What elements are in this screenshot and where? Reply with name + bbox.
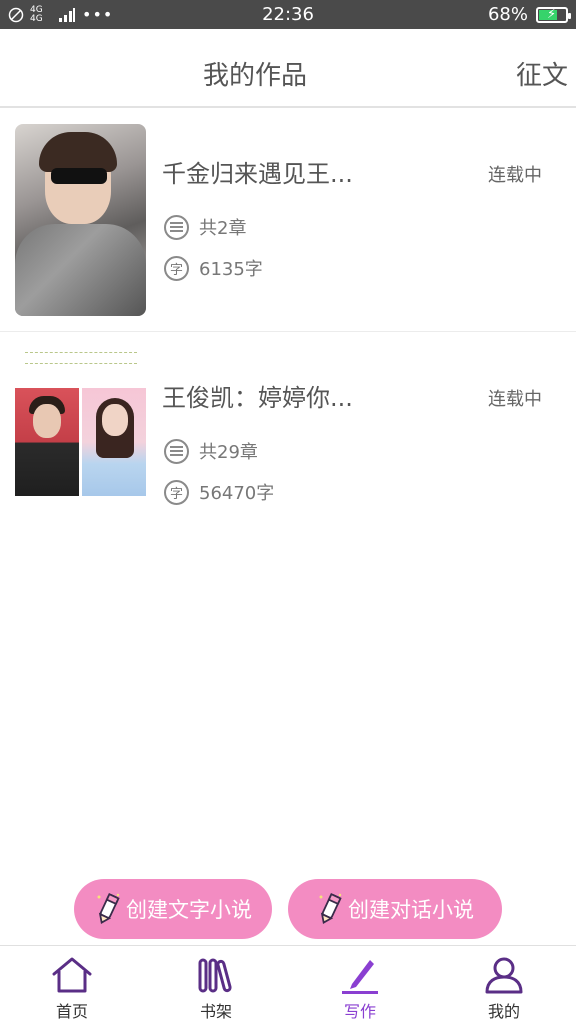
word-count: 6135字 — [199, 259, 263, 280]
chapter-count: 共2章 — [199, 218, 247, 239]
profile-icon — [485, 957, 523, 994]
create-text-novel-label: 创建文字小说 — [126, 898, 252, 922]
work-words: 字 6135字 — [164, 255, 263, 281]
work-title: 王俊凯：婷婷你... — [162, 384, 353, 412]
create-dialog-novel-label: 创建对话小说 — [348, 898, 474, 922]
write-icon — [342, 960, 378, 994]
work-chapters: 共29章 — [164, 438, 258, 464]
create-dialog-novel-button[interactable]: 创建对话小说 — [288, 879, 502, 939]
zi-character-icon: 字 — [164, 255, 189, 281]
home-icon — [52, 957, 92, 993]
contest-link[interactable]: 征文 — [516, 55, 568, 92]
tab-profile[interactable]: 我的 — [432, 946, 576, 1024]
tab-home-label: 首页 — [55, 1002, 88, 1021]
list-icon — [164, 214, 189, 240]
pencil-icon — [97, 893, 120, 924]
tab-write-label: 写作 — [343, 1002, 376, 1021]
status-bar: 4G 4G ••• 22:36 68% ⚡ — [0, 0, 576, 29]
create-text-novel-button[interactable]: 创建文字小说 — [74, 879, 272, 939]
work-words: 字 56470字 — [164, 479, 274, 505]
cover-figure-glasses — [51, 168, 107, 184]
pencil-icon — [319, 893, 342, 924]
chapter-count: 共29章 — [199, 442, 258, 463]
zi-character-icon: 字 — [164, 479, 189, 505]
page-title: 我的作品 — [202, 61, 307, 91]
tab-bookshelf[interactable]: 书架 — [144, 946, 288, 1024]
battery-percent: 68% — [487, 4, 528, 25]
cover-photo-left — [15, 388, 79, 496]
work-chapters: 共2章 — [164, 214, 246, 240]
charging-bolt-icon: ⚡ — [547, 6, 557, 22]
bookshelf-icon — [198, 958, 232, 993]
work-status: 连载中 — [488, 389, 542, 410]
work-item[interactable]: 千金归来遇见王... 连载中 共2章 字 6135字 — [0, 110, 576, 332]
tab-profile-label: 我的 — [487, 1002, 520, 1021]
work-cover-image — [15, 124, 146, 316]
word-count: 56470字 — [199, 483, 275, 504]
cover-figure-hair — [39, 132, 117, 172]
list-icon — [164, 438, 189, 464]
work-status: 连载中 — [488, 165, 542, 186]
cover-photo-right — [82, 388, 146, 496]
status-right: 68% ⚡ — [487, 0, 571, 29]
cover-figure-body — [15, 224, 146, 316]
bottom-tab-bar: 首页 书架 写作 我的 — [0, 945, 576, 1024]
tab-write[interactable]: 写作 — [288, 946, 432, 1024]
cover-banner — [25, 352, 137, 364]
work-cover-image — [15, 348, 146, 540]
work-item[interactable]: 王俊凯：婷婷你... 连载中 共29章 字 56470字 — [0, 334, 576, 556]
battery-icon: ⚡ — [536, 6, 571, 23]
work-title: 千金归来遇见王... — [162, 160, 353, 188]
tab-bookshelf-label: 书架 — [199, 1002, 232, 1021]
tab-home[interactable]: 首页 — [0, 946, 144, 1024]
page-header: 我的作品 征文 — [0, 29, 576, 108]
